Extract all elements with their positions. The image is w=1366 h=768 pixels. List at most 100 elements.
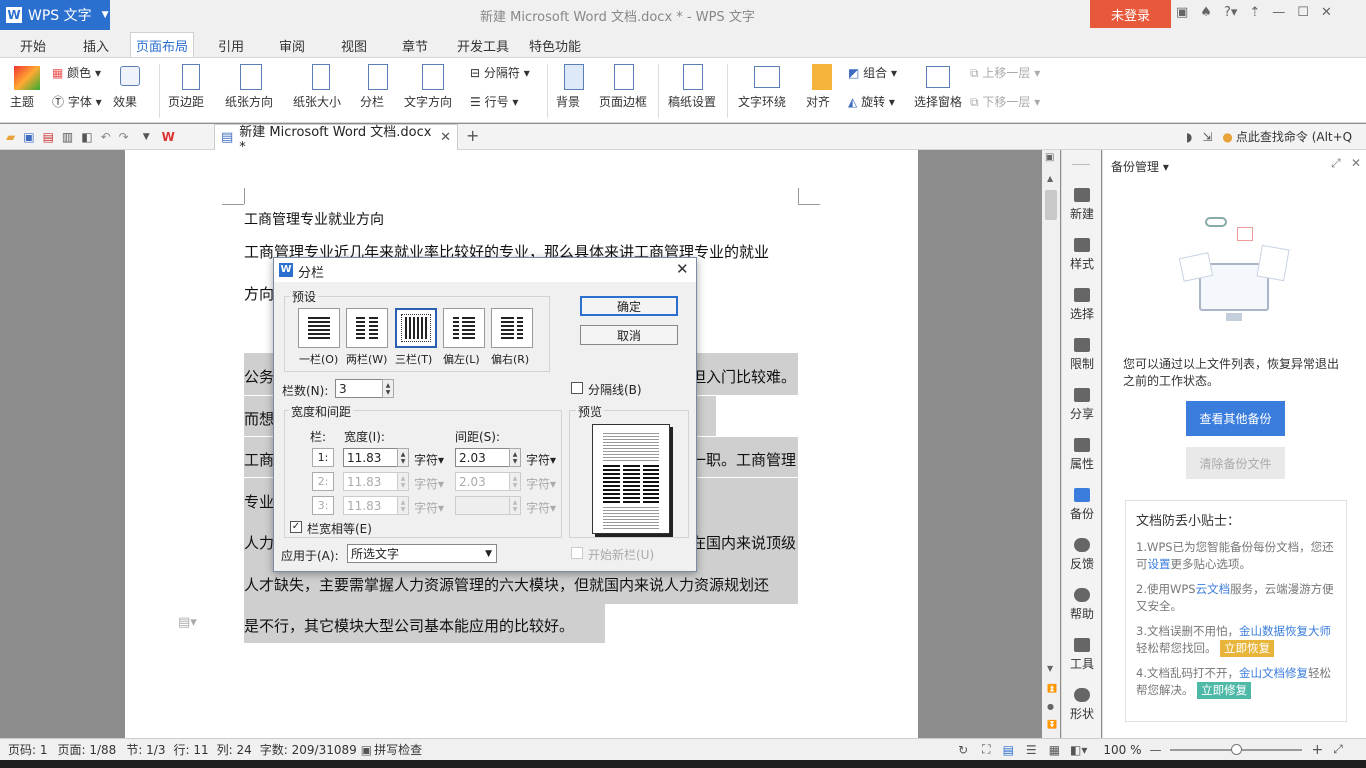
col2-spacing-stepper[interactable]: ▲ ▼ (509, 472, 521, 491)
sidebar-item-select[interactable]: 选择 (1062, 288, 1102, 322)
fonts-button[interactable]: Ⓣ 字体 ▾ (52, 93, 102, 110)
expand-icon[interactable]: ⤢ (1331, 156, 1341, 171)
zoom-in-icon[interactable]: + (1312, 742, 1324, 758)
open-icon[interactable]: ▰ (6, 130, 15, 144)
vertical-scrollbar[interactable]: ▣ ▲ ▼ ⏫ ● ⏬ (1042, 150, 1060, 738)
effects-button[interactable]: 效果 (113, 93, 137, 110)
tab-view[interactable]: 视图 (341, 36, 367, 55)
doc-repair-link[interactable]: 金山文档修复 (1239, 666, 1308, 680)
sidebar-item-properties[interactable]: 属性 (1062, 438, 1102, 472)
help-icon[interactable]: ?▾ (1224, 5, 1237, 20)
panel-title[interactable]: 备份管理 ▾ (1111, 158, 1169, 175)
wrap-text-button[interactable]: 文字环绕 (738, 93, 786, 110)
stepper-up-icon[interactable]: ▲ (386, 382, 391, 389)
stepper-down-icon[interactable]: ▼ (513, 482, 518, 489)
new-tab-icon[interactable]: + (466, 126, 479, 145)
ok-button[interactable]: 确定 (580, 296, 678, 316)
status-words[interactable]: 字数: 209/31089 (260, 741, 357, 758)
col2-width-input[interactable]: 11.83 (343, 472, 401, 491)
send-backward-button[interactable]: ⧉ 下移一层 ▾ (970, 93, 1040, 110)
stepper-down-icon[interactable]: ▼ (513, 506, 518, 513)
col1-width-input[interactable]: 11.83 (343, 448, 401, 467)
minimize-icon[interactable]: — (1272, 5, 1285, 20)
skin-icon[interactable]: ▣ (1176, 5, 1188, 20)
prev-page-icon[interactable]: ⏫ (1047, 684, 1057, 693)
rotate-button[interactable]: ◭ 旋转 ▾ (848, 93, 895, 110)
view-other-backups-button[interactable]: 查看其他备份 (1186, 401, 1285, 436)
selection-pane-button[interactable]: 选择窗格 (914, 93, 962, 110)
col3-spacing-unit[interactable]: 字符▾ (526, 499, 556, 516)
col2-spacing-input[interactable]: 2.03 (455, 472, 513, 491)
print-icon[interactable]: ▥ (62, 130, 73, 144)
status-page[interactable]: 页码: 1 (8, 741, 48, 758)
paragraph-marker-icon[interactable]: ▤▾ (178, 615, 197, 630)
select-browse-icon[interactable]: ● (1047, 702, 1054, 711)
customize-icon[interactable]: ▼ (143, 132, 150, 142)
tab-chapter[interactable]: 章节 (402, 36, 428, 55)
tab-page-layout[interactable]: 页面布局 (130, 32, 194, 58)
zoom-level[interactable]: 100 % (1103, 743, 1141, 757)
zoom-slider-thumb[interactable] (1230, 743, 1242, 755)
col3-spacing-stepper[interactable]: ▲ ▼ (509, 496, 521, 515)
col1-width-unit[interactable]: 字符▾ (414, 451, 444, 468)
cancel-button[interactable]: 取消 (580, 325, 678, 345)
next-page-icon[interactable]: ⏬ (1047, 720, 1057, 729)
sidebar-item-feedback[interactable]: 反馈 (1062, 538, 1102, 572)
sidebar-item-shapes[interactable]: 形状 (1062, 688, 1102, 722)
start-new-column-checkbox[interactable] (571, 547, 583, 559)
num-columns-input[interactable]: 3 (335, 379, 383, 398)
breaks-button[interactable]: ⊟ 分隔符 ▾ (470, 64, 530, 81)
clear-backups-button[interactable]: 清除备份文件 (1186, 447, 1285, 479)
sidebar-item-backup[interactable]: 备份 (1062, 488, 1102, 522)
preset-right[interactable] (491, 308, 533, 348)
align-button[interactable]: 对齐 (806, 93, 830, 110)
col3-spacing-input[interactable] (455, 496, 513, 515)
spell-check-button[interactable]: 拼写检查 (374, 741, 422, 758)
tab-home[interactable]: 开始 (20, 36, 46, 55)
reading-view-icon[interactable]: ◧▾ (1070, 743, 1087, 757)
export-pdf-icon[interactable]: ▤ (43, 130, 54, 144)
tab-developer[interactable]: 开发工具 (457, 36, 509, 55)
text-direction-button[interactable]: 文字方向 (404, 93, 452, 110)
col1-spacing-stepper[interactable]: ▲ ▼ (509, 448, 521, 467)
col2-spacing-unit[interactable]: 字符▾ (526, 475, 556, 492)
col3-width-unit[interactable]: 字符▾ (414, 499, 444, 516)
col1-spacing-input[interactable]: 2.03 (455, 448, 513, 467)
line-numbers-button[interactable]: ☰ 行号 ▾ (470, 93, 518, 110)
recover-now-button[interactable]: 立即恢复 (1220, 640, 1275, 657)
outline-view-icon[interactable]: ☰ (1026, 743, 1037, 757)
preset-one-column[interactable] (298, 308, 340, 348)
command-search-input[interactable]: 点此查找命令 (Alt+Q (1236, 128, 1352, 145)
sidebar-item-styles[interactable]: 样式 (1062, 238, 1102, 272)
tab-features[interactable]: 特色功能 (529, 36, 581, 55)
app-menu-button[interactable]: W WPS 文字 ▼ (0, 0, 110, 30)
restore-ribbon-icon[interactable]: ⇡ (1249, 5, 1260, 20)
tab-insert[interactable]: 插入 (83, 36, 109, 55)
redo-icon[interactable]: ↷ (119, 130, 129, 144)
maximize-icon[interactable]: ☐ (1297, 5, 1309, 20)
paper-size-button[interactable]: 纸张大小 (293, 93, 341, 110)
apply-to-select[interactable]: 所选文字 ▼ (347, 544, 497, 563)
stepper-down-icon[interactable]: ▼ (513, 458, 518, 465)
print-preview-icon[interactable]: ◧ (81, 130, 92, 144)
sidebar-item-share[interactable]: 分享 (1062, 388, 1102, 422)
stepper-up-icon[interactable]: ▲ (513, 475, 518, 482)
dialog-close-icon[interactable]: ✕ (676, 260, 689, 278)
sidebar-item-help[interactable]: 帮助 (1062, 588, 1102, 622)
fullscreen-icon[interactable]: ⛶ (982, 742, 990, 757)
theme-button[interactable]: 主题 (10, 93, 34, 110)
repair-now-button[interactable]: 立即修复 (1197, 682, 1252, 699)
col3-width-stepper[interactable]: ▲ ▼ (397, 496, 409, 515)
columns-button[interactable]: 分栏 (360, 93, 384, 110)
colors-button[interactable]: ▦ 颜色 ▾ (52, 64, 101, 81)
preset-left[interactable] (443, 308, 485, 348)
col1-spacing-unit[interactable]: 字符▾ (526, 451, 556, 468)
stepper-down-icon[interactable]: ▼ (386, 389, 391, 396)
margins-button[interactable]: 页边距 (168, 93, 204, 110)
orientation-button[interactable]: 纸张方向 (225, 93, 273, 110)
zoom-out-icon[interactable]: — (1150, 743, 1162, 757)
settings-link[interactable]: 设置 (1148, 557, 1171, 571)
sidebar-item-new[interactable]: 新建 (1062, 188, 1102, 222)
num-columns-stepper[interactable]: ▲ ▼ (382, 379, 394, 398)
zoom-slider[interactable] (1169, 743, 1302, 755)
